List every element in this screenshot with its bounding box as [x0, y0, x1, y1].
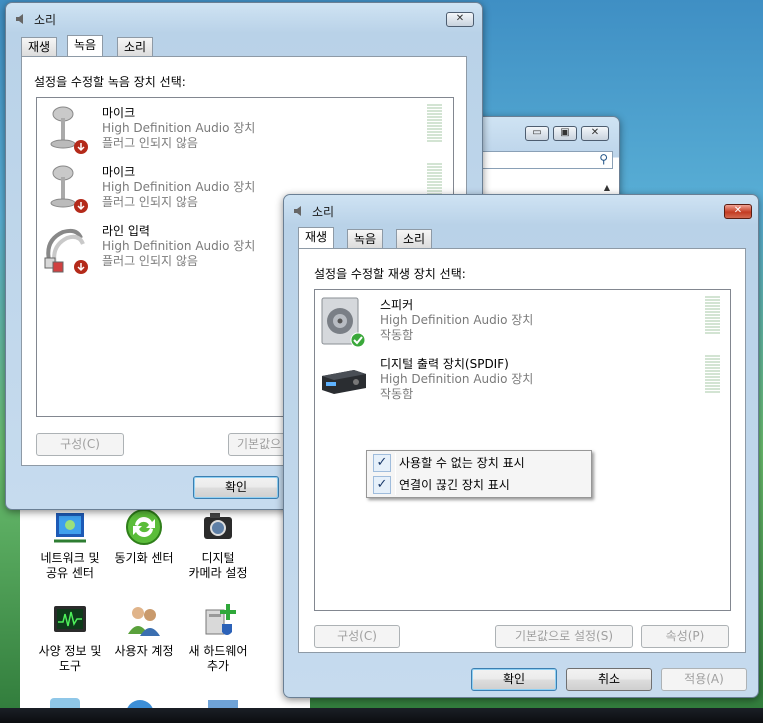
tab-recording[interactable]: 녹음 — [347, 229, 384, 248]
line-in-cable-icon — [44, 228, 88, 274]
sound-window-playback: 소리 ✕ 재생 녹음 소리 설정을 수정할 재생 장치 선택: 스피커 High… — [283, 194, 759, 698]
speaker-icon — [321, 297, 366, 348]
control-panel-item[interactable]: 사용자 계정 — [108, 598, 180, 659]
microphone-icon — [50, 165, 88, 213]
close-button[interactable]: ✕ — [446, 12, 474, 27]
microphone-icon — [50, 106, 88, 154]
control-panel-item[interactable]: 디지털 카메라 설정 — [182, 505, 254, 581]
control-panel-item[interactable]: 동기화 센터 — [108, 505, 180, 566]
sync-icon — [126, 509, 162, 545]
cancel-button[interactable]: 취소 — [566, 668, 652, 691]
instruction-text: 설정을 수정할 녹음 장치 선택: — [34, 75, 186, 89]
control-panel-item[interactable]: 사양 정보 및 도구 — [34, 598, 106, 674]
maximize-button[interactable]: ▣ — [553, 126, 577, 141]
network-icon — [54, 513, 86, 543]
device-entry[interactable]: 마이크 High Definition Audio 장치 플러그 인되지 않음 — [102, 165, 255, 210]
window-title: 소리 — [312, 205, 335, 219]
configure-button[interactable]: 구성(C) — [314, 625, 400, 648]
performance-icon — [54, 606, 86, 632]
menu-item-show-disconnected-devices[interactable]: ✓ 연결이 끊긴 장치 표시 — [367, 474, 591, 496]
configure-button[interactable]: 구성(C) — [36, 433, 124, 456]
control-panel-item[interactable]: 네트워크 및 공유 센터 — [34, 505, 106, 581]
add-hardware-icon — [205, 604, 236, 635]
control-panel-item[interactable]: 새 하드웨어 추가 — [182, 598, 254, 674]
speaker-icon — [16, 14, 23, 24]
level-meter — [705, 355, 720, 394]
speaker-icon — [294, 206, 301, 216]
properties-button[interactable]: 속성(P) — [641, 625, 729, 648]
device-entry[interactable]: 디지털 출력 장치(SPDIF) High Definition Audio 장… — [380, 357, 533, 402]
search-icon[interactable]: ⚲ — [599, 152, 608, 166]
device-entry[interactable]: 마이크 High Definition Audio 장치 플러그 인되지 않음 — [102, 106, 255, 151]
tab-playback[interactable]: 재생 — [298, 227, 335, 248]
ok-button[interactable]: 확인 — [471, 668, 557, 691]
ok-button[interactable]: 확인 — [193, 476, 279, 499]
tab-playback[interactable]: 재생 — [21, 37, 58, 56]
spdif-receiver-icon — [322, 370, 366, 394]
checkmark-icon: ✓ — [373, 454, 391, 472]
device-entry[interactable]: 스피커 High Definition Audio 장치 작동함 — [380, 298, 533, 343]
menu-item-show-disabled-devices[interactable]: ✓ 사용할 수 없는 장치 표시 — [367, 452, 591, 474]
tab-sounds[interactable]: 소리 — [396, 229, 433, 248]
checkmark-icon: ✓ — [373, 476, 391, 494]
users-icon — [128, 607, 160, 636]
taskbar — [0, 708, 763, 723]
tab-recording[interactable]: 녹음 — [67, 35, 104, 56]
level-meter — [427, 104, 442, 143]
close-button[interactable]: ✕ — [581, 126, 609, 141]
level-meter — [705, 296, 720, 335]
camera-icon — [204, 513, 232, 539]
search-input[interactable]: ⚲ — [481, 151, 613, 169]
apply-button[interactable]: 적용(A) — [661, 668, 747, 691]
context-menu: ✓ 사용할 수 없는 장치 표시 ✓ 연결이 끊긴 장치 표시 — [366, 450, 592, 498]
close-button[interactable]: ✕ — [724, 204, 752, 219]
tab-sounds[interactable]: 소리 — [117, 37, 154, 56]
minimize-button[interactable]: ▭ — [525, 126, 549, 141]
set-default-button[interactable]: 기본값으로 설정(S) — [495, 625, 633, 648]
instruction-text: 설정을 수정할 재생 장치 선택: — [314, 267, 466, 281]
device-entry[interactable]: 라인 입력 High Definition Audio 장치 플러그 인되지 않… — [102, 224, 255, 269]
window-title: 소리 — [34, 13, 57, 27]
